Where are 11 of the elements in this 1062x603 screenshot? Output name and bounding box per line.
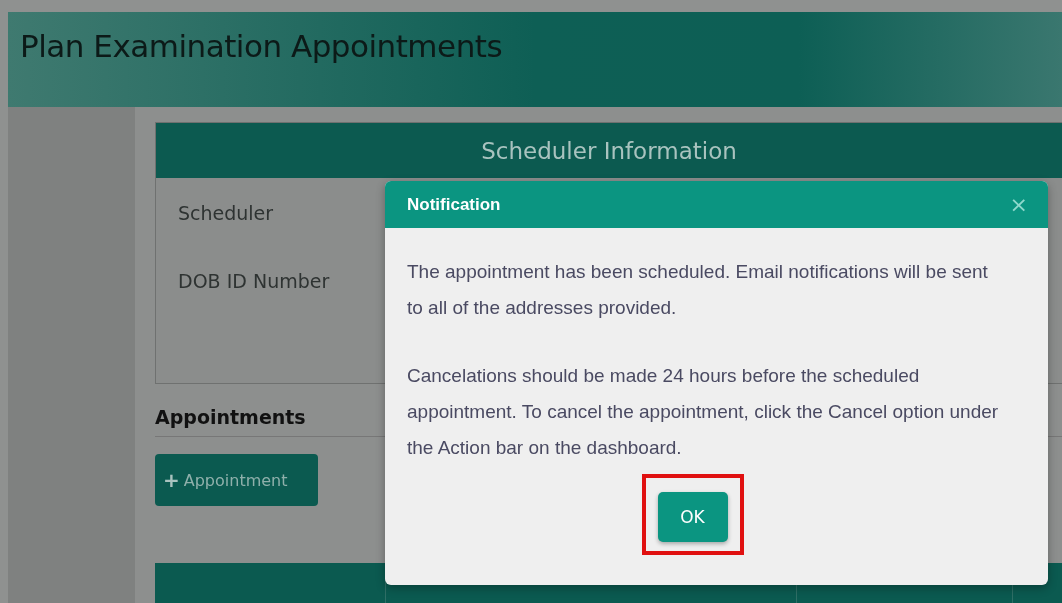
ok-button[interactable]: OK — [657, 492, 728, 542]
dialog-message: The appointment has been scheduled. Email notifications will be sent to all of the addresses provided. — [407, 260, 989, 320]
card-title: Scheduler Information — [481, 137, 737, 164]
field-label: DOB ID Number — [178, 270, 330, 292]
add-appointment-button[interactable]: + Appointment — [155, 454, 318, 506]
field-label: Scheduler — [178, 202, 274, 224]
close-button[interactable]: × — [1009, 192, 1028, 217]
section-heading: Appointments — [155, 406, 306, 428]
dialog-title: Notification — [407, 194, 501, 215]
page-title: Plan Examination Appointments — [20, 28, 503, 64]
dialog-message: Cancelations should be made 24 hours before the scheduled appointment. To cancel the appointment, click the Cancel option under the Action bar on the dashboard. — [407, 364, 1000, 460]
